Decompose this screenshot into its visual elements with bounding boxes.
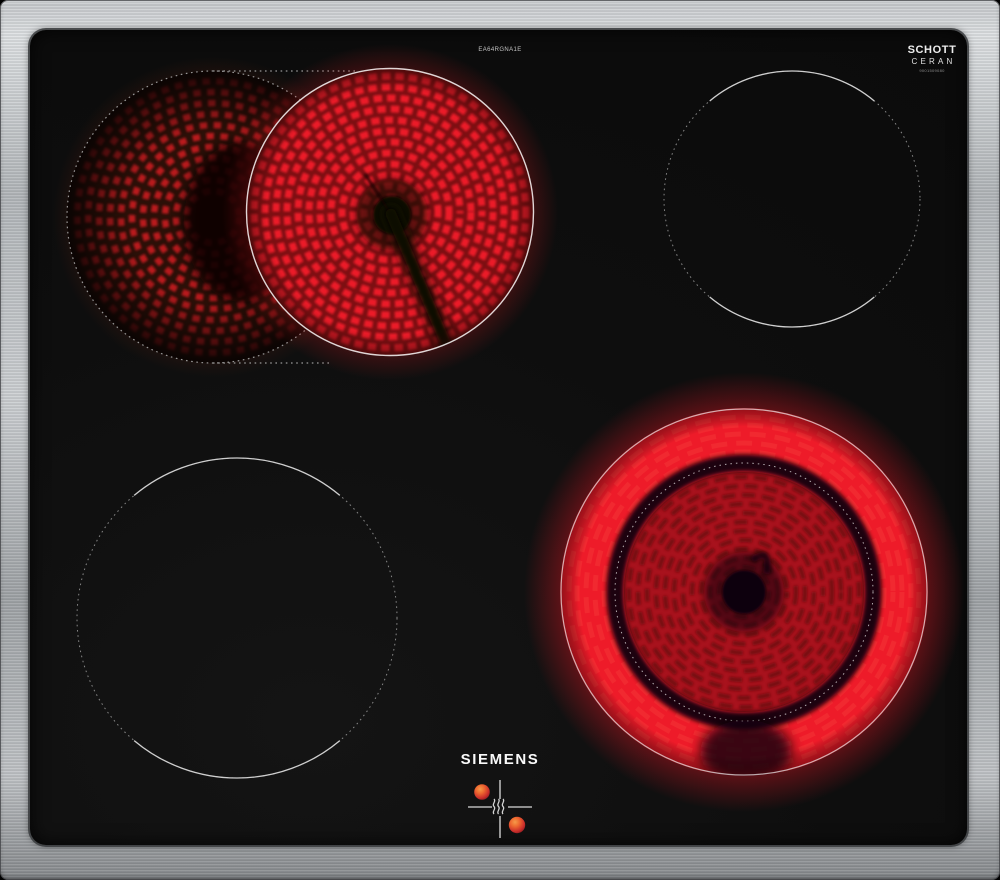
residual-heat-dot-upper-left bbox=[474, 784, 490, 800]
residual-heat-dot-lower-right bbox=[508, 816, 526, 834]
zone-front-right bbox=[524, 372, 964, 812]
zone-rear-left bbox=[53, 44, 558, 380]
residual-heat-indicator bbox=[455, 772, 545, 846]
cooking-zones-graphic bbox=[53, 44, 964, 812]
heat-waves-icon bbox=[492, 798, 505, 815]
cooktop-product-photo: EA64RGNA1E SCHOTT CERAN 9001509080 SIEME… bbox=[0, 0, 1000, 880]
zone-rear-right bbox=[663, 70, 921, 328]
ceramic-glass-surface bbox=[30, 30, 967, 845]
schott-logo-text: SCHOTT bbox=[907, 44, 957, 56]
ceran-logo-text: CERAN bbox=[911, 57, 956, 66]
glass-code-print: 9001509080 bbox=[919, 68, 945, 73]
model-number-print: EA64RGNA1E bbox=[478, 47, 522, 53]
siemens-logo: SIEMENS bbox=[460, 751, 540, 768]
zone-front-left bbox=[76, 457, 398, 779]
schott-ceran-logo: SCHOTT CERAN 9001509080 bbox=[900, 45, 964, 73]
